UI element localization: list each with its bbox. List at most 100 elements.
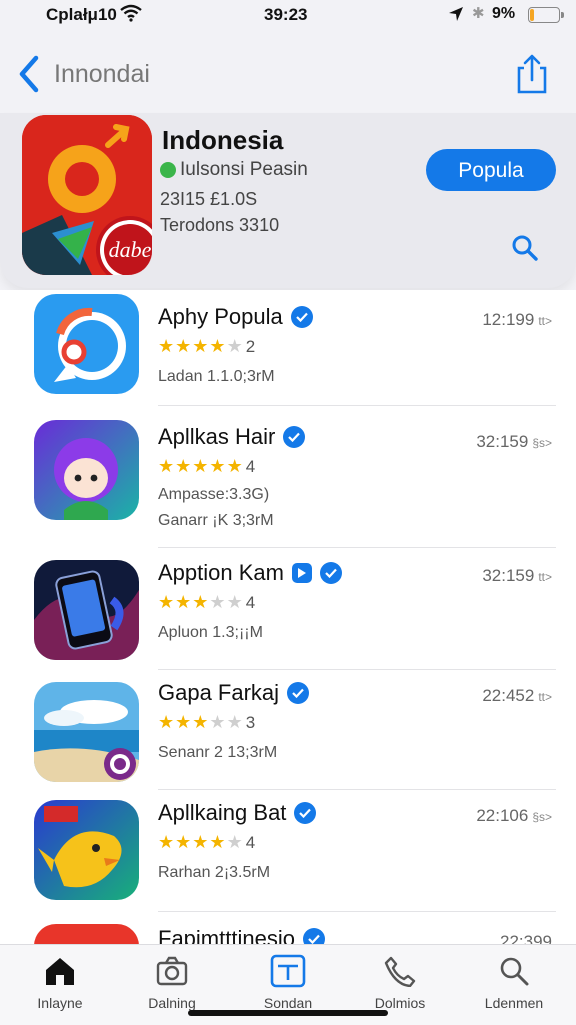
- tab-label: Ldenmen: [484, 995, 544, 1011]
- home-indicator: [188, 1010, 388, 1016]
- tab-dalning[interactable]: Dalning: [122, 953, 222, 1011]
- list-item[interactable]: Aphy Popula ★★★★★ 2 Ladan 1.1.0;3rM 12:19…: [0, 290, 576, 406]
- nav-title: Innondai: [54, 60, 150, 88]
- app-size: 32:159 tt>: [482, 566, 552, 585]
- search-icon[interactable]: [510, 233, 540, 268]
- featured-app-title: Indonesia: [162, 125, 284, 155]
- list-item[interactable]: Apption Kam ★★★★★ 4 Apluon 1.3;¡¡M 32:159…: [0, 548, 576, 670]
- app-name: Fapimtttinesio: [158, 926, 325, 945]
- app-icon[interactable]: [34, 294, 139, 394]
- play-icon: [291, 563, 312, 583]
- star-icon: ★: [209, 712, 227, 732]
- star-icon: ★: [209, 592, 227, 612]
- tab-sondan[interactable]: Sondan: [238, 953, 338, 1011]
- app-icon[interactable]: [34, 800, 139, 900]
- star-icon: ★: [158, 832, 176, 852]
- star-icon: ★: [158, 456, 176, 476]
- battery-fill: [530, 9, 534, 21]
- add-square-icon: [238, 953, 338, 989]
- star-icon: ★: [158, 336, 176, 356]
- tab-dolmios[interactable]: Dolmios: [350, 953, 450, 1011]
- app-name: Apption Kam: [158, 560, 342, 586]
- app-name: Aphy Popula: [158, 304, 313, 330]
- app-subtitle: Ampasse:3.3G): [158, 486, 270, 503]
- rating-count: 4: [245, 593, 257, 612]
- home-icon: [10, 953, 110, 989]
- featured-app-developer: Iulsonsi Peasin: [160, 159, 308, 181]
- list-item[interactable]: Gapa Farkaj ★★★★★ 3 Senanr 2 13;3rM 22:45…: [0, 670, 576, 790]
- battery-percent: 9%: [492, 5, 516, 22]
- verified-dot-icon: [160, 162, 176, 178]
- star-icon: ★: [192, 832, 210, 852]
- star-icon: ★: [175, 456, 193, 476]
- verified-badge-icon: [302, 928, 325, 945]
- star-rating: ★★★★★ 4: [158, 456, 256, 477]
- share-icon[interactable]: [514, 52, 550, 101]
- star-rating: ★★★★★ 2: [158, 336, 256, 357]
- app-name: Gapa Farkaj: [158, 680, 310, 706]
- camera-icon: [122, 953, 222, 989]
- carrier-label: Cplałμ10: [46, 5, 117, 24]
- list-item[interactable]: Fapimtttinesio 22:399: [0, 912, 576, 945]
- app-subtitle: Senanr 2 13;3rM: [158, 744, 278, 761]
- star-icon: ★: [209, 456, 227, 476]
- star-icon: ★: [192, 592, 210, 612]
- featured-icon-wordmark: dabe: [109, 237, 152, 262]
- star-icon: ★: [209, 336, 227, 356]
- phone-icon: [350, 953, 450, 989]
- featured-app-icon[interactable]: dabe: [22, 115, 152, 275]
- star-icon: ★: [226, 712, 244, 732]
- rating-count: 4: [245, 457, 257, 476]
- app-subtitle: Ladan 1.1.0;3rM: [158, 368, 275, 385]
- app-size: 22:452 tt>: [482, 686, 552, 705]
- featured-app-card[interactable]: dabe Indonesia Iulsonsi Peasin 23I15 £1.…: [0, 113, 576, 288]
- rating-count: 4: [245, 833, 257, 852]
- star-icon: ★: [158, 592, 176, 612]
- app-size: 32:159 §s>: [476, 432, 552, 451]
- tab-ldenmen[interactable]: Ldenmen: [464, 953, 564, 1011]
- verified-badge-icon: [283, 426, 306, 448]
- tab-label: Sondan: [263, 995, 313, 1011]
- app-list: Aphy Popula ★★★★★ 2 Ladan 1.1.0;3rM 12:19…: [0, 290, 576, 945]
- app-icon[interactable]: [34, 682, 139, 782]
- star-icon: ★: [192, 336, 210, 356]
- star-icon: ★: [226, 592, 244, 612]
- navigation-bar: Innondai: [0, 40, 576, 110]
- star-rating: ★★★★★ 4: [158, 592, 256, 613]
- featured-app-meta: 23I15 £1.0S: [160, 189, 258, 209]
- tab-label: Inlayne: [37, 995, 83, 1011]
- tab-label: Dolmios: [374, 995, 426, 1011]
- verified-badge-icon: [287, 682, 310, 704]
- star-rating: ★★★★★ 4: [158, 832, 256, 853]
- star-icon: ★: [226, 456, 244, 476]
- app-icon[interactable]: [34, 560, 139, 660]
- app-size: 12:199 tt>: [482, 310, 552, 329]
- star-icon: ★: [175, 592, 193, 612]
- location-icon: [448, 6, 464, 27]
- verified-badge-icon: [294, 802, 317, 824]
- verified-badge-icon: [319, 562, 342, 584]
- search-icon: [464, 953, 564, 989]
- app-subtitle: Rarhan 2¡3.5rM: [158, 864, 271, 881]
- list-item[interactable]: Apllkas Hair ★★★★★ 4 Ampasse:3.3G) Ganarr…: [0, 406, 576, 548]
- rating-count: 3: [245, 713, 257, 732]
- chevron-left-icon[interactable]: [14, 52, 44, 101]
- battery-icon: [528, 7, 564, 23]
- app-subtitle: Apluon 1.3;¡¡M: [158, 624, 263, 641]
- app-name: Apllkas Hair: [158, 424, 306, 450]
- star-icon: ★: [226, 336, 244, 356]
- popula-button[interactable]: Popula: [426, 149, 556, 191]
- developer-name: Iulsonsi Peasin: [180, 159, 308, 180]
- app-icon[interactable]: [34, 924, 139, 945]
- app-subtitle-secondary: Ganarr ¡K 3;3rM: [158, 512, 274, 529]
- clock: 39:23: [264, 5, 308, 24]
- star-icon: ★: [209, 832, 227, 852]
- list-item[interactable]: Apllkaing Bat ★★★★★ 4 Rarhan 2¡3.5rM 22:1…: [0, 790, 576, 912]
- star-icon: ★: [192, 456, 210, 476]
- tab-label: Dalning: [148, 995, 196, 1011]
- app-icon[interactable]: [34, 420, 139, 520]
- star-icon: ★: [175, 712, 193, 732]
- bluetooth-icon: ✱: [472, 5, 485, 22]
- star-rating: ★★★★★ 3: [158, 712, 256, 733]
- tab-inlayne[interactable]: Inlayne: [10, 953, 110, 1011]
